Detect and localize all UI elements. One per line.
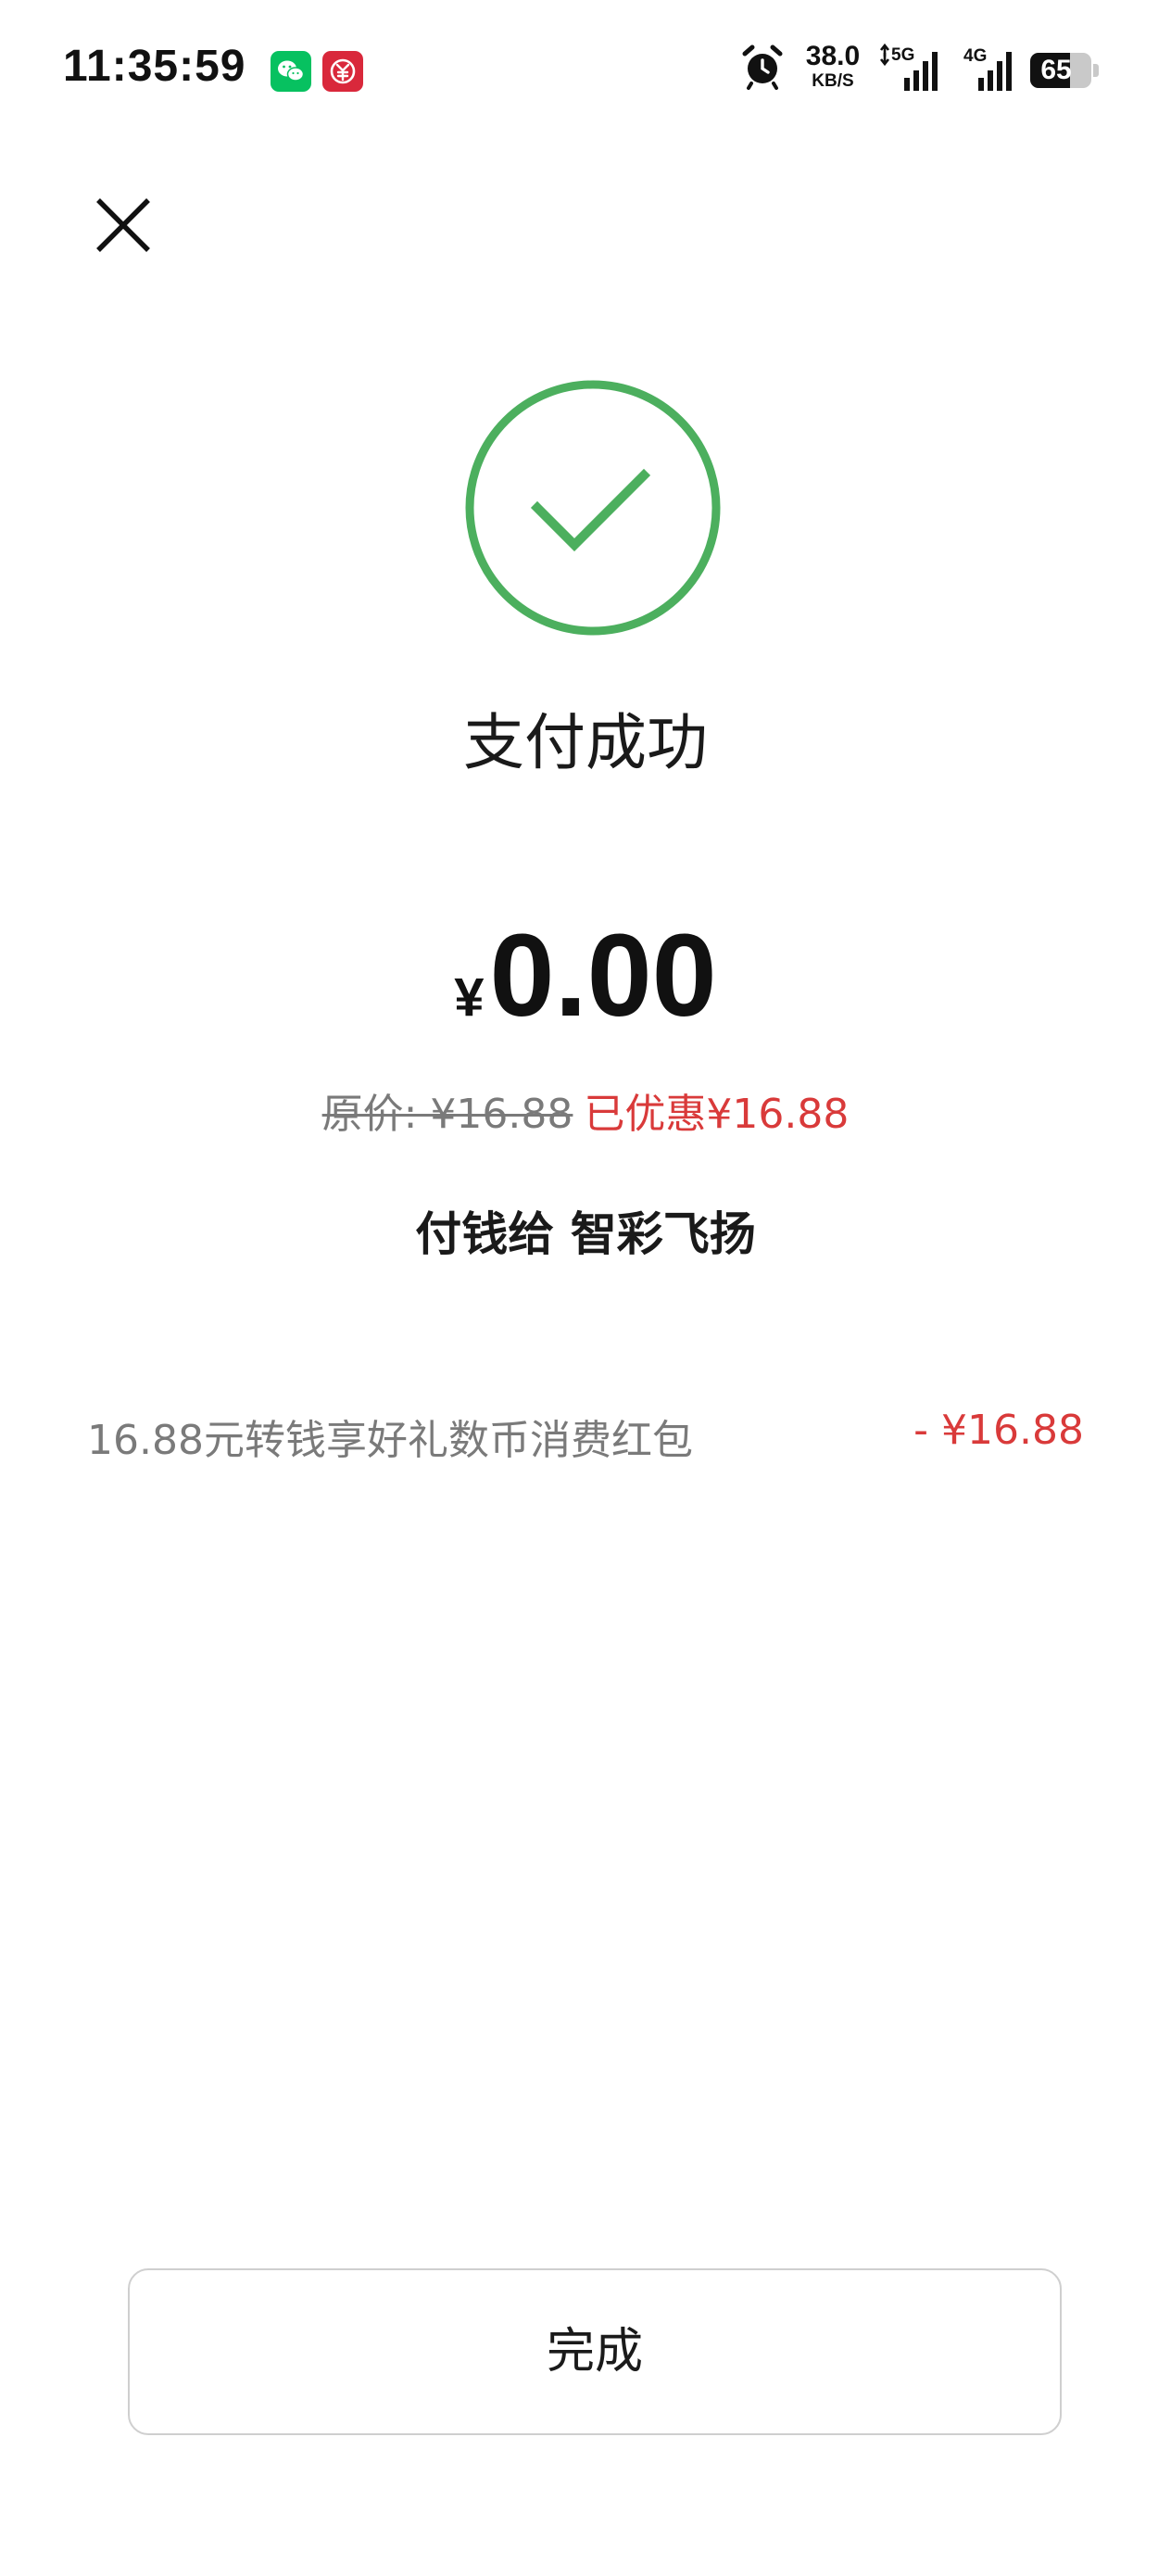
discount-detail-row: 16.88元转钱享好礼数币消费红包 - ¥16.88 <box>87 1407 1084 1471</box>
battery-tip <box>1093 64 1099 77</box>
network-speed-unit: KB/S <box>812 71 854 91</box>
status-bar: 11:35:59 38.0 KB/S 5G 4G 65 <box>0 0 1171 139</box>
network-speed-value: 38.0 <box>805 41 861 71</box>
battery-level: 65 <box>1040 55 1072 85</box>
signal-5g-label: 5G <box>891 45 914 65</box>
signal-5g-icon: 5G <box>878 43 943 95</box>
detail-amount: - ¥16.88 <box>913 1407 1084 1454</box>
check-circle-icon <box>463 378 723 638</box>
amount-value: 0.00 <box>489 910 717 1041</box>
currency-symbol: ¥ <box>454 967 485 1028</box>
original-price: 原价: ¥16.88 <box>321 1091 573 1138</box>
page-title: 支付成功 <box>463 707 708 778</box>
detail-label: 16.88元转钱享好礼数币消费红包 <box>87 1417 693 1464</box>
done-button[interactable]: 完成 <box>128 2268 1062 2435</box>
paid-amount: ¥0.00 <box>0 908 1171 1042</box>
digital-rmb-icon <box>322 51 363 92</box>
close-icon <box>96 198 150 252</box>
network-speed: 38.0 KB/S <box>795 41 871 91</box>
wechat-icon <box>271 51 311 92</box>
battery-icon: 65 <box>1030 53 1101 88</box>
signal-4g-label: 4G <box>963 46 987 66</box>
close-button[interactable] <box>91 193 156 258</box>
status-time: 11:35:59 <box>63 42 246 91</box>
payee: 付钱给 智彩飞扬 <box>415 1207 756 1261</box>
alarm-clock-icon <box>739 43 786 91</box>
battery-body: 65 <box>1030 53 1091 88</box>
price-line: 原价: ¥16.88 已优惠¥16.88 <box>0 1080 1171 1140</box>
discount-text: 已优惠¥16.88 <box>584 1091 850 1138</box>
signal-4g-icon: 4G <box>963 43 1017 95</box>
